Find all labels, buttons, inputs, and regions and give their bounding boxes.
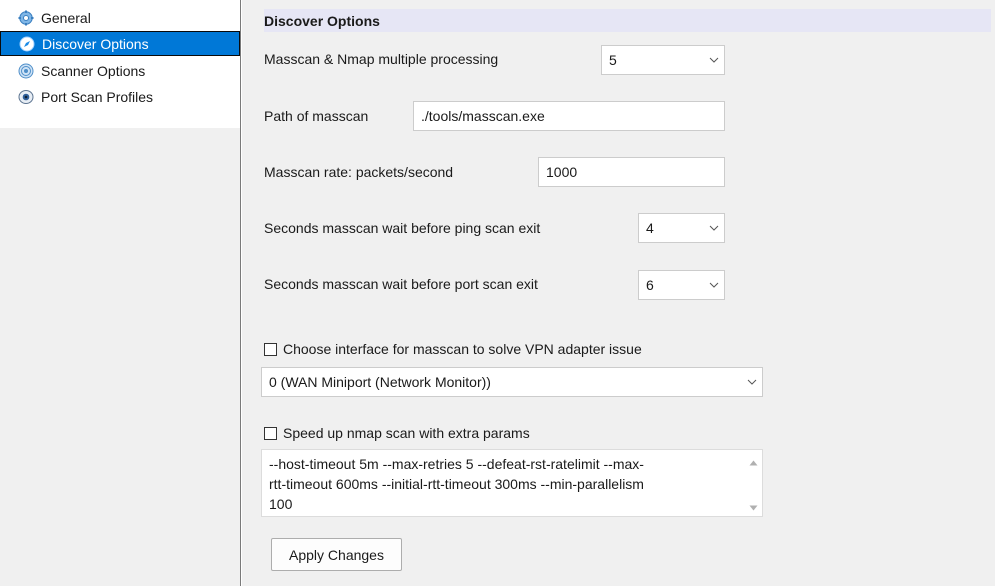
multiprocess-label: Masscan & Nmap multiple processing <box>264 51 499 67</box>
sidebar-item-port-scan-profiles[interactable]: Port Scan Profiles <box>0 84 240 109</box>
section-title: Discover Options <box>264 12 380 29</box>
scroll-down-icon[interactable] <box>745 499 762 516</box>
port-wait-label: Seconds masscan wait before port scan ex… <box>264 276 538 292</box>
extra-params-line: rtt-timeout 600ms --initial-rtt-timeout … <box>269 476 644 492</box>
sidebar-item-label: General <box>41 9 91 26</box>
path-label: Path of masscan <box>264 108 369 124</box>
gear-icon <box>18 10 34 26</box>
masscan-path-input[interactable]: ./tools/masscan.exe <box>413 101 725 131</box>
port-wait-select[interactable]: 6 <box>638 270 725 300</box>
multiprocess-select[interactable]: 5 <box>601 45 725 75</box>
compass-icon <box>19 36 35 52</box>
extra-params-line: 100 <box>269 496 293 512</box>
chevron-down-icon <box>742 379 762 385</box>
sidebar-item-label: Scanner Options <box>41 62 146 79</box>
masscan-rate-input[interactable]: 1000 <box>538 157 725 187</box>
interface-checkbox-label: Choose interface for masscan to solve VP… <box>283 341 642 357</box>
speedup-checkbox-row[interactable]: Speed up nmap scan with extra params <box>264 425 530 441</box>
ping-wait-value: 4 <box>646 220 654 236</box>
chevron-down-icon <box>704 225 724 231</box>
multiprocess-value: 5 <box>609 52 617 68</box>
settings-sidebar: General Discover Options Scanner Options <box>0 0 241 586</box>
chevron-down-icon <box>704 57 724 63</box>
ping-wait-select[interactable]: 4 <box>638 213 725 243</box>
radar-icon <box>18 63 34 79</box>
scroll-up-icon[interactable] <box>745 454 762 471</box>
interface-select[interactable]: 0 (WAN Miniport (Network Monitor)) <box>261 367 763 397</box>
speedup-checkbox-label: Speed up nmap scan with extra params <box>283 425 530 441</box>
eye-icon <box>18 89 34 105</box>
extra-params-textarea[interactable]: --host-timeout 5m --max-retries 5 --defe… <box>261 449 763 517</box>
port-wait-value: 6 <box>646 277 654 293</box>
masscan-path-value: ./tools/masscan.exe <box>421 108 545 124</box>
rate-label: Masscan rate: packets/second <box>264 164 454 180</box>
sidebar-item-label: Port Scan Profiles <box>41 88 154 105</box>
interface-checkbox-row[interactable]: Choose interface for masscan to solve VP… <box>264 341 642 357</box>
sidebar-item-label: Discover Options <box>42 35 149 52</box>
section-header: Discover Options <box>264 9 991 32</box>
sidebar-item-scanner-options[interactable]: Scanner Options <box>0 58 240 83</box>
interface-select-value: 0 (WAN Miniport (Network Monitor)) <box>269 374 491 390</box>
sidebar-item-general[interactable]: General <box>0 5 240 30</box>
extra-params-line: --host-timeout 5m --max-retries 5 --defe… <box>269 456 644 472</box>
sidebar-item-discover-options[interactable]: Discover Options <box>0 31 240 56</box>
apply-changes-button[interactable]: Apply Changes <box>271 538 402 571</box>
interface-checkbox[interactable] <box>264 342 277 356</box>
masscan-rate-value: 1000 <box>546 164 578 180</box>
chevron-down-icon <box>704 282 724 288</box>
speedup-checkbox[interactable] <box>264 426 277 440</box>
extra-params-text: --host-timeout 5m --max-retries 5 --defe… <box>269 454 729 514</box>
settings-tree: General Discover Options Scanner Options <box>0 0 240 128</box>
ping-wait-label: Seconds masscan wait before ping scan ex… <box>264 220 541 236</box>
discover-options-panel: Discover Options Masscan & Nmap multiple… <box>242 0 995 586</box>
textarea-scrollbar[interactable] <box>745 450 762 516</box>
